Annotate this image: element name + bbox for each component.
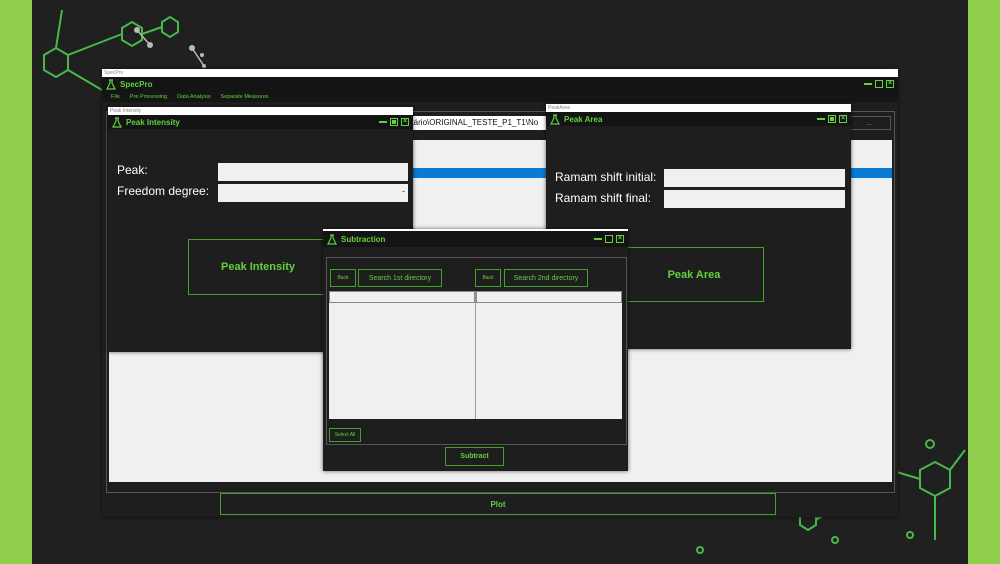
browse-button[interactable]: ...: [847, 116, 891, 130]
menu-separate-measures[interactable]: Separate Measures: [216, 94, 274, 100]
close-icon[interactable]: ×: [839, 115, 847, 123]
subtraction-title-bar: Subtraction ×: [323, 231, 628, 247]
subtraction-window: Subtraction × Back Search 1st directory …: [323, 229, 628, 471]
flask-logo-icon: [112, 116, 122, 128]
directory-list-1-header: [329, 291, 475, 303]
close-icon[interactable]: ×: [401, 118, 409, 126]
maximize-icon[interactable]: [390, 118, 398, 126]
maximize-icon[interactable]: [875, 80, 883, 88]
left-green-border: [0, 0, 32, 564]
menu-file[interactable]: File: [106, 94, 125, 100]
flask-logo-icon: [550, 113, 560, 125]
directory-list-1[interactable]: [329, 291, 476, 419]
freedom-degree-label: Freedom degree:: [117, 184, 210, 198]
main-title: SpecPro: [120, 79, 153, 89]
directory-list-2[interactable]: [476, 291, 622, 419]
minimize-icon[interactable]: [379, 118, 387, 123]
freedom-degree-value: -: [402, 186, 405, 196]
plot-button[interactable]: Plot: [220, 493, 776, 515]
peak-intensity-title-bar: Peak Intensity ×: [108, 115, 413, 129]
search-1st-directory-button[interactable]: Search 1st directory: [358, 269, 442, 287]
close-icon[interactable]: ×: [886, 80, 894, 88]
right-green-border: [968, 0, 1000, 564]
directory-list-2-header: [476, 291, 622, 303]
minimize-icon[interactable]: [594, 235, 602, 240]
subtract-button[interactable]: Subtract: [445, 447, 504, 466]
back-button-1[interactable]: Back: [330, 269, 356, 287]
menu-pre-processing[interactable]: Pre Processing: [125, 94, 172, 100]
main-system-title: SpecPro: [102, 69, 898, 77]
raman-shift-final-input[interactable]: [664, 190, 845, 208]
close-icon[interactable]: ×: [616, 235, 624, 243]
select-all-button[interactable]: Select All: [329, 428, 361, 442]
peak-area-system-title: PeakArea: [546, 104, 851, 112]
peak-intensity-system-title: Peak Intensity: [108, 107, 413, 115]
menu-data-analysis[interactable]: Data Analysis: [172, 94, 215, 100]
main-title-bar: SpecPro ×: [102, 77, 898, 91]
back-button-2[interactable]: Back: [475, 269, 501, 287]
peak-input[interactable]: [218, 163, 408, 181]
minimize-icon[interactable]: [817, 115, 825, 120]
peak-intensity-title: Peak Intensity: [126, 117, 180, 127]
subtraction-title: Subtraction: [341, 234, 386, 244]
menu-bar: File Pre Processing Data Analysis Separa…: [102, 91, 898, 102]
peak-intensity-button[interactable]: Peak Intensity: [188, 239, 328, 295]
path-input[interactable]: ntário\ORIGINAL_TESTE_P1_T1\No: [407, 116, 557, 130]
maximize-icon[interactable]: [828, 115, 836, 123]
peak-area-title: Peak Area: [564, 114, 603, 124]
raman-shift-final-label: Ramam shift final:: [555, 191, 652, 205]
flask-logo-icon: [327, 233, 337, 245]
minimize-icon[interactable]: [864, 80, 872, 85]
maximize-icon[interactable]: [605, 235, 613, 243]
peak-area-title-bar: Peak Area ×: [546, 112, 851, 126]
peak-label: Peak:: [117, 163, 148, 177]
raman-shift-initial-label: Ramam shift initial:: [555, 170, 657, 184]
freedom-degree-input[interactable]: -: [218, 184, 408, 202]
search-2nd-directory-button[interactable]: Search 2nd directory: [504, 269, 588, 287]
raman-shift-initial-input[interactable]: [664, 169, 845, 187]
peak-area-button[interactable]: Peak Area: [624, 247, 764, 302]
flask-logo-icon: [106, 78, 116, 90]
subtraction-panel: Back Search 1st directory Back Search 2n…: [326, 257, 627, 445]
